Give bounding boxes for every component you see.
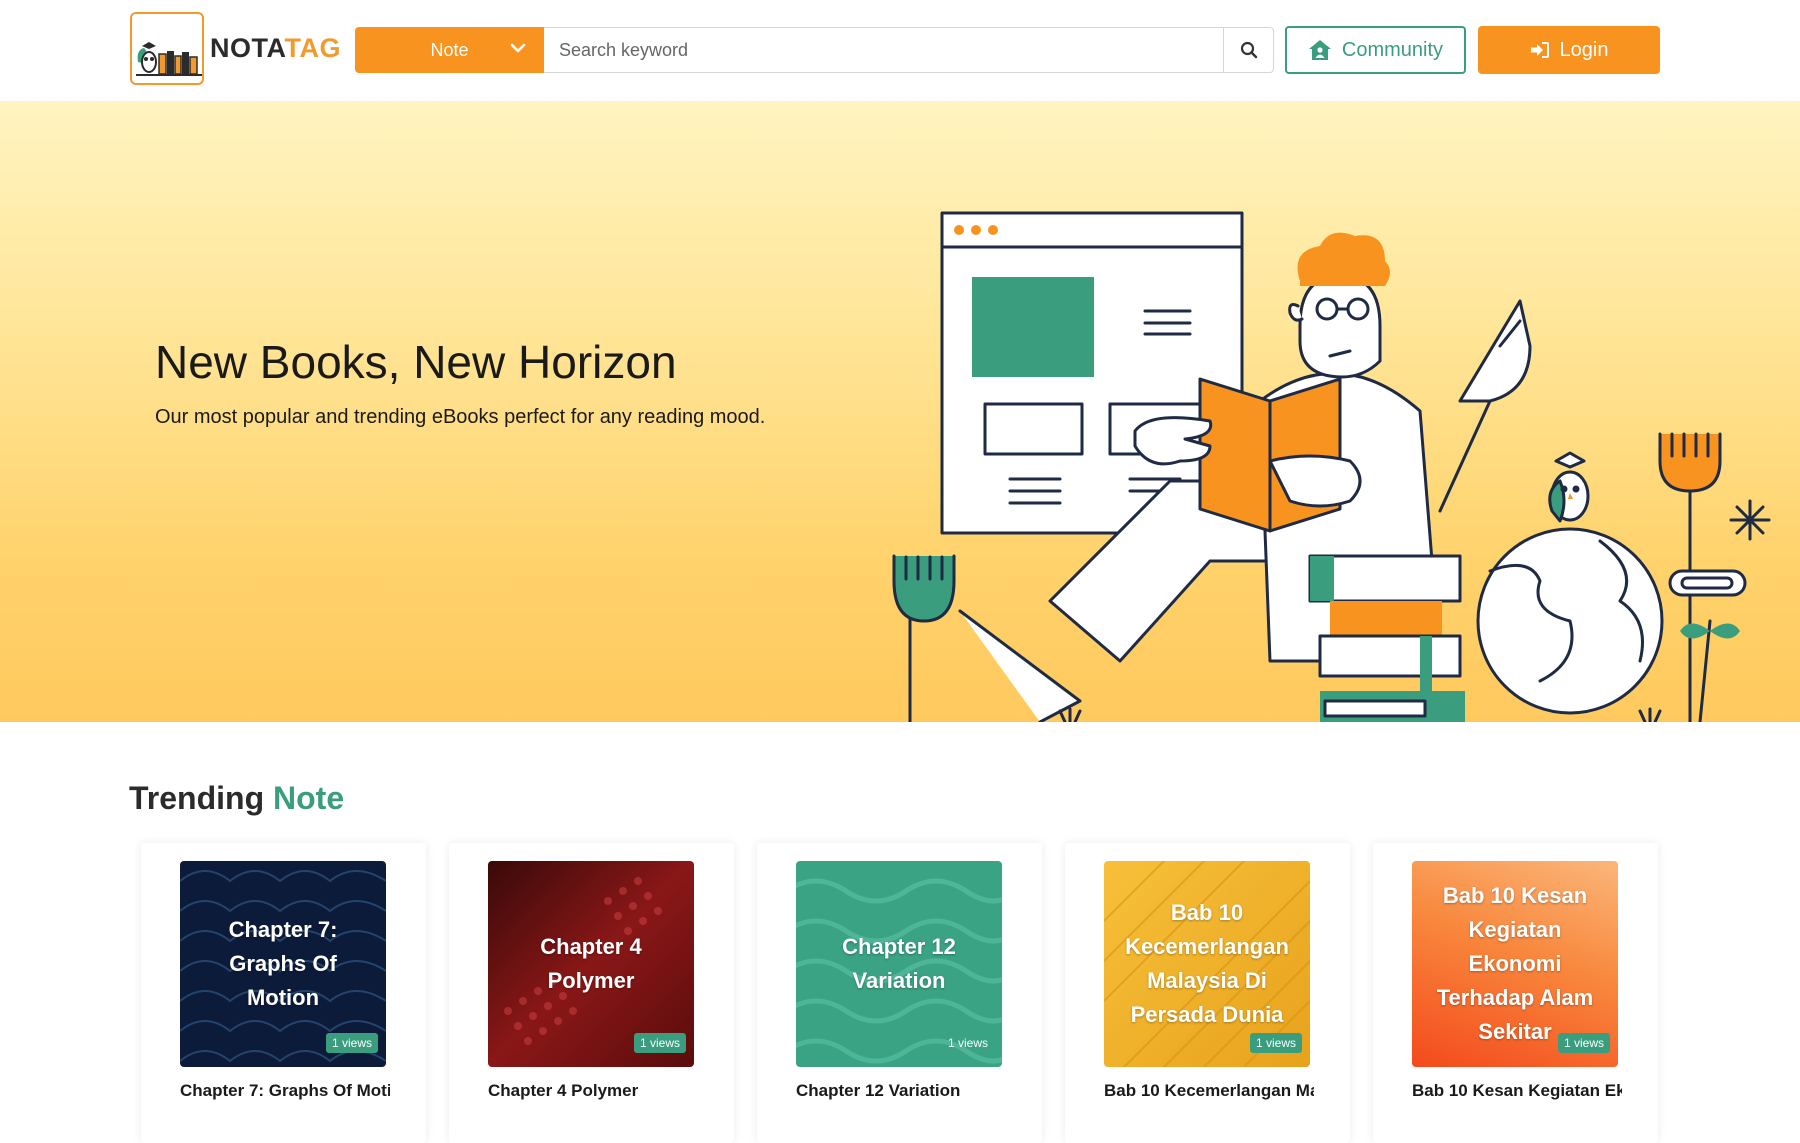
hero-banner: New Books, New Horizon Our most popular … xyxy=(0,101,1800,722)
note-cover-title: Chapter 7: Graphs Of Motion xyxy=(228,917,338,1010)
search-icon xyxy=(1240,41,1257,59)
login-button[interactable]: Login xyxy=(1478,26,1660,74)
logo-wordmark-tag: TAG xyxy=(284,33,341,63)
owl-books-logo-icon xyxy=(130,12,204,85)
sign-in-icon xyxy=(1530,42,1549,58)
search-category-value: Note xyxy=(430,39,469,60)
note-card[interactable]: Chapter 4 Polymer 1 views Chapter 4 Poly… xyxy=(449,843,734,1143)
site-logo[interactable]: NOTATAG xyxy=(130,12,341,85)
trending-note-list: Chapter 7: Graphs Of Motion 1 views Chap… xyxy=(141,843,1661,1143)
search-bar: Note xyxy=(355,27,1274,73)
community-button-label: Community xyxy=(1341,38,1444,61)
note-cover-title: Chapter 12 Variation xyxy=(842,934,956,993)
note-cover[interactable]: Chapter 7: Graphs Of Motion 1 views xyxy=(180,861,386,1067)
note-cover-title: Bab 10 Kecemerlangan Malaysia Di Persada… xyxy=(1125,900,1289,1027)
views-badge: 1 views xyxy=(1557,1033,1610,1053)
community-button[interactable]: Community xyxy=(1285,26,1466,74)
note-card[interactable]: Chapter 12 Variation 1 views Chapter 12 … xyxy=(757,843,1042,1143)
note-title-link[interactable]: Chapter 4 Polymer xyxy=(488,1081,698,1101)
note-title-link[interactable]: Bab 10 Kecemerlangan Malaysia Di Persada… xyxy=(1104,1081,1314,1101)
note-card[interactable]: Chapter 7: Graphs Of Motion 1 views Chap… xyxy=(141,843,426,1143)
views-badge: 1 views xyxy=(947,1036,988,1050)
chevron-down-icon xyxy=(510,43,526,53)
views-badge: 1 views xyxy=(1249,1033,1302,1053)
login-button-label: Login xyxy=(1559,38,1609,61)
logo-wordmark: NOTATAG xyxy=(210,33,341,64)
search-input[interactable] xyxy=(544,27,1224,73)
reading-person-illustration xyxy=(892,211,1771,722)
note-cover[interactable]: Chapter 4 Polymer 1 views xyxy=(488,861,694,1067)
trending-heading-text: Trending xyxy=(129,780,265,816)
views-badge: 1 views xyxy=(325,1033,378,1053)
hero-title: New Books, New Horizon xyxy=(155,336,677,388)
search-button[interactable] xyxy=(1224,27,1274,73)
note-card[interactable]: Bab 10 Kecemerlangan Malaysia Di Persada… xyxy=(1065,843,1350,1143)
note-cover[interactable]: Bab 10 Kesan Kegiatan Ekonomi Terhadap A… xyxy=(1412,861,1618,1067)
note-cover-title: Chapter 4 Polymer xyxy=(540,934,642,993)
note-cover[interactable]: Chapter 12 Variation 1 views xyxy=(796,861,1002,1067)
note-cover-title: Bab 10 Kesan Kegiatan Ekonomi Terhadap A… xyxy=(1436,883,1594,1044)
search-category-select[interactable]: Note xyxy=(355,27,544,73)
house-users-icon xyxy=(1308,40,1331,60)
views-badge: 1 views xyxy=(633,1033,686,1053)
site-header: NOTATAG Note Community Login xyxy=(0,0,1800,101)
note-title-link[interactable]: Bab 10 Kesan Kegiatan Ekonomi Terhadap A… xyxy=(1412,1081,1622,1101)
hero-subtitle: Our most popular and trending eBooks per… xyxy=(155,406,766,428)
note-title-link[interactable]: Chapter 7: Graphs Of Motion xyxy=(180,1081,390,1101)
note-card[interactable]: Bab 10 Kesan Kegiatan Ekonomi Terhadap A… xyxy=(1373,843,1658,1143)
logo-wordmark-nota: NOTA xyxy=(210,33,285,63)
trending-heading-accent: Note xyxy=(273,780,345,816)
trending-heading: Trending Note xyxy=(129,780,344,817)
note-title-link[interactable]: Chapter 12 Variation xyxy=(796,1081,1006,1101)
note-cover[interactable]: Bab 10 Kecemerlangan Malaysia Di Persada… xyxy=(1104,861,1310,1067)
